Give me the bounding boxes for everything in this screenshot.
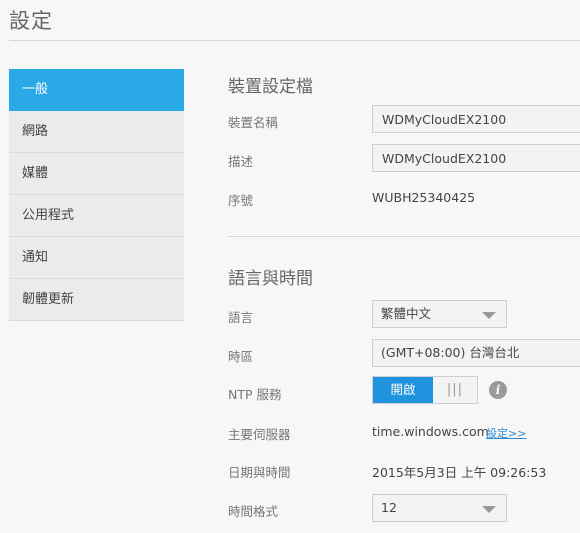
title-divider <box>9 40 580 41</box>
description-label: 描述 <box>228 154 254 169</box>
sidebar-item-notifications[interactable]: 通知 <box>9 237 184 279</box>
time-format-select[interactable]: 12 <box>372 494 507 522</box>
time-format-select-value: 12 <box>381 500 397 515</box>
language-select[interactable]: 繁體中文 <box>372 300 507 328</box>
info-icon[interactable]: i <box>489 381 507 399</box>
primary-server-config-link[interactable]: 設定>> <box>486 425 526 441</box>
section-divider <box>228 236 580 237</box>
ntp-toggle-on-label: 開啟 <box>373 377 433 403</box>
page-title: 設定 <box>9 9 53 33</box>
sidebar-item-firmware-update[interactable]: 韌體更新 <box>9 279 184 321</box>
language-select-value: 繁體中文 <box>381 306 432 321</box>
primary-server-value: time.windows.com <box>372 424 489 439</box>
description-input[interactable] <box>372 144 580 172</box>
time-format-label: 時間格式 <box>228 504 279 519</box>
device-profile-title: 裝置設定檔 <box>228 77 313 97</box>
datetime-value: 2015年5月3日 上午 09:26:53 <box>372 465 547 480</box>
sidebar-item-general[interactable]: 一般 <box>9 69 184 111</box>
datetime-label: 日期與時間 <box>228 465 291 480</box>
ntp-toggle[interactable]: 開啟 ||| <box>372 376 478 404</box>
ntp-label: NTP 服務 <box>228 387 282 402</box>
sidebar: 一般 網路 媒體 公用程式 通知 韌體更新 <box>9 69 184 321</box>
primary-server-label: 主要伺服器 <box>228 427 291 442</box>
language-label: 語言 <box>228 310 254 325</box>
timezone-label: 時區 <box>228 349 254 364</box>
sidebar-item-media[interactable]: 媒體 <box>9 153 184 195</box>
serial-label: 序號 <box>228 193 254 208</box>
serial-value: WUBH25340425 <box>372 190 476 205</box>
sidebar-item-utilities[interactable]: 公用程式 <box>9 195 184 237</box>
device-name-input[interactable] <box>372 105 580 133</box>
sidebar-item-network[interactable]: 網路 <box>9 111 184 153</box>
toggle-grip-icon: ||| <box>446 382 464 397</box>
device-name-label: 裝置名稱 <box>228 115 279 130</box>
language-time-title: 語言與時間 <box>228 269 313 289</box>
chevron-down-icon <box>482 312 496 319</box>
timezone-select[interactable]: (GMT+08:00) 台灣台北 <box>372 339 580 367</box>
timezone-select-value: (GMT+08:00) 台灣台北 <box>381 345 520 360</box>
chevron-down-icon <box>482 506 496 513</box>
